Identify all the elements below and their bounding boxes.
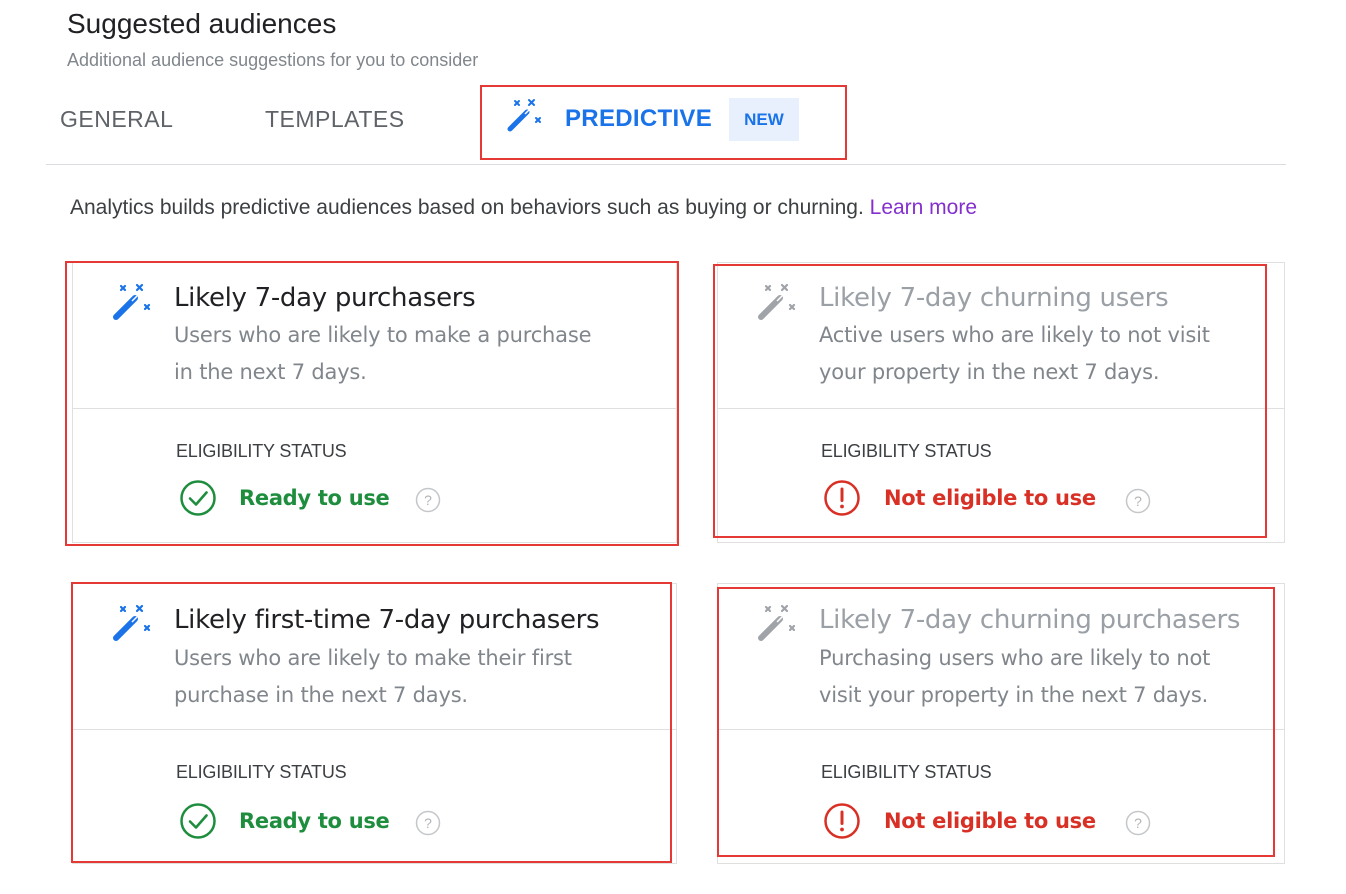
alert-circle-icon bbox=[824, 803, 860, 839]
help-icon[interactable]: ? bbox=[1125, 810, 1151, 836]
card-description: Active users who are likely to not visit… bbox=[819, 317, 1210, 391]
card-description-line: Users who are likely to make a purchase bbox=[174, 323, 592, 347]
page-subtitle: Additional audience suggestions for you … bbox=[67, 50, 479, 70]
magic-wand-icon bbox=[758, 604, 796, 641]
status-text: Ready to use bbox=[239, 486, 390, 510]
help-icon[interactable]: ? bbox=[415, 487, 441, 513]
svg-text:?: ? bbox=[1134, 815, 1142, 831]
magic-wand-icon bbox=[113, 283, 151, 320]
tab-general[interactable]: GENERAL bbox=[60, 106, 173, 133]
tab-templates[interactable]: TEMPLATES bbox=[265, 106, 405, 133]
card-divider bbox=[718, 408, 1284, 409]
eligibility-status-label: ELIGIBILITY STATUS bbox=[176, 441, 347, 461]
card-description: Users who are likely to make their first… bbox=[174, 640, 572, 714]
check-circle-icon bbox=[180, 803, 216, 839]
magic-wand-icon bbox=[113, 604, 151, 641]
card-description-line: Purchasing users who are likely to not bbox=[819, 646, 1211, 670]
card-description-line: Users who are likely to make their first bbox=[174, 646, 572, 670]
card-divider bbox=[718, 729, 1284, 730]
new-badge: NEW bbox=[729, 98, 799, 141]
eligibility-status-label: ELIGIBILITY STATUS bbox=[821, 762, 992, 782]
eligibility-status-label: ELIGIBILITY STATUS bbox=[821, 441, 992, 461]
alert-circle-icon bbox=[824, 480, 860, 516]
intro-description: Analytics builds predictive audiences ba… bbox=[70, 196, 870, 219]
page-title: Suggested audiences bbox=[67, 8, 337, 39]
card-description: Purchasing users who are likely to not v… bbox=[819, 640, 1210, 714]
learn-more-link[interactable]: Learn more bbox=[870, 196, 977, 219]
card-description-line: visit your property in the next 7 days. bbox=[819, 683, 1209, 707]
check-circle-icon bbox=[180, 480, 216, 516]
tab-predictive[interactable]: PREDICTIVE bbox=[565, 105, 712, 133]
svg-text:?: ? bbox=[424, 492, 432, 508]
card-divider bbox=[73, 729, 676, 730]
card-description-line: purchase in the next 7 days. bbox=[174, 683, 468, 707]
intro-text: Analytics builds predictive audiences ba… bbox=[70, 196, 977, 220]
card-description-line: in the next 7 days. bbox=[174, 360, 367, 384]
status-text: Ready to use bbox=[239, 809, 390, 833]
card-divider bbox=[73, 408, 676, 409]
card-description: Users who are likely to make a purchase … bbox=[174, 317, 591, 391]
status-text: Not eligible to use bbox=[884, 809, 1096, 833]
help-icon[interactable]: ? bbox=[1125, 488, 1151, 514]
eligibility-status-label: ELIGIBILITY STATUS bbox=[176, 762, 347, 782]
card-description-line: your property in the next 7 days. bbox=[819, 360, 1160, 384]
card-title: Likely 7-day churning purchasers bbox=[819, 605, 1241, 635]
magic-wand-icon bbox=[758, 283, 796, 320]
card-description-line: Active users who are likely to not visit bbox=[819, 323, 1210, 347]
status-text: Not eligible to use bbox=[884, 486, 1096, 510]
card-title: Likely first-time 7-day purchasers bbox=[174, 605, 600, 635]
card-title: Likely 7-day purchasers bbox=[174, 283, 476, 313]
svg-text:?: ? bbox=[424, 815, 432, 831]
tabs-divider bbox=[46, 164, 1286, 165]
svg-text:?: ? bbox=[1134, 493, 1142, 509]
magic-wand-icon bbox=[507, 99, 541, 132]
help-icon[interactable]: ? bbox=[415, 810, 441, 836]
card-title: Likely 7-day churning users bbox=[819, 283, 1169, 313]
